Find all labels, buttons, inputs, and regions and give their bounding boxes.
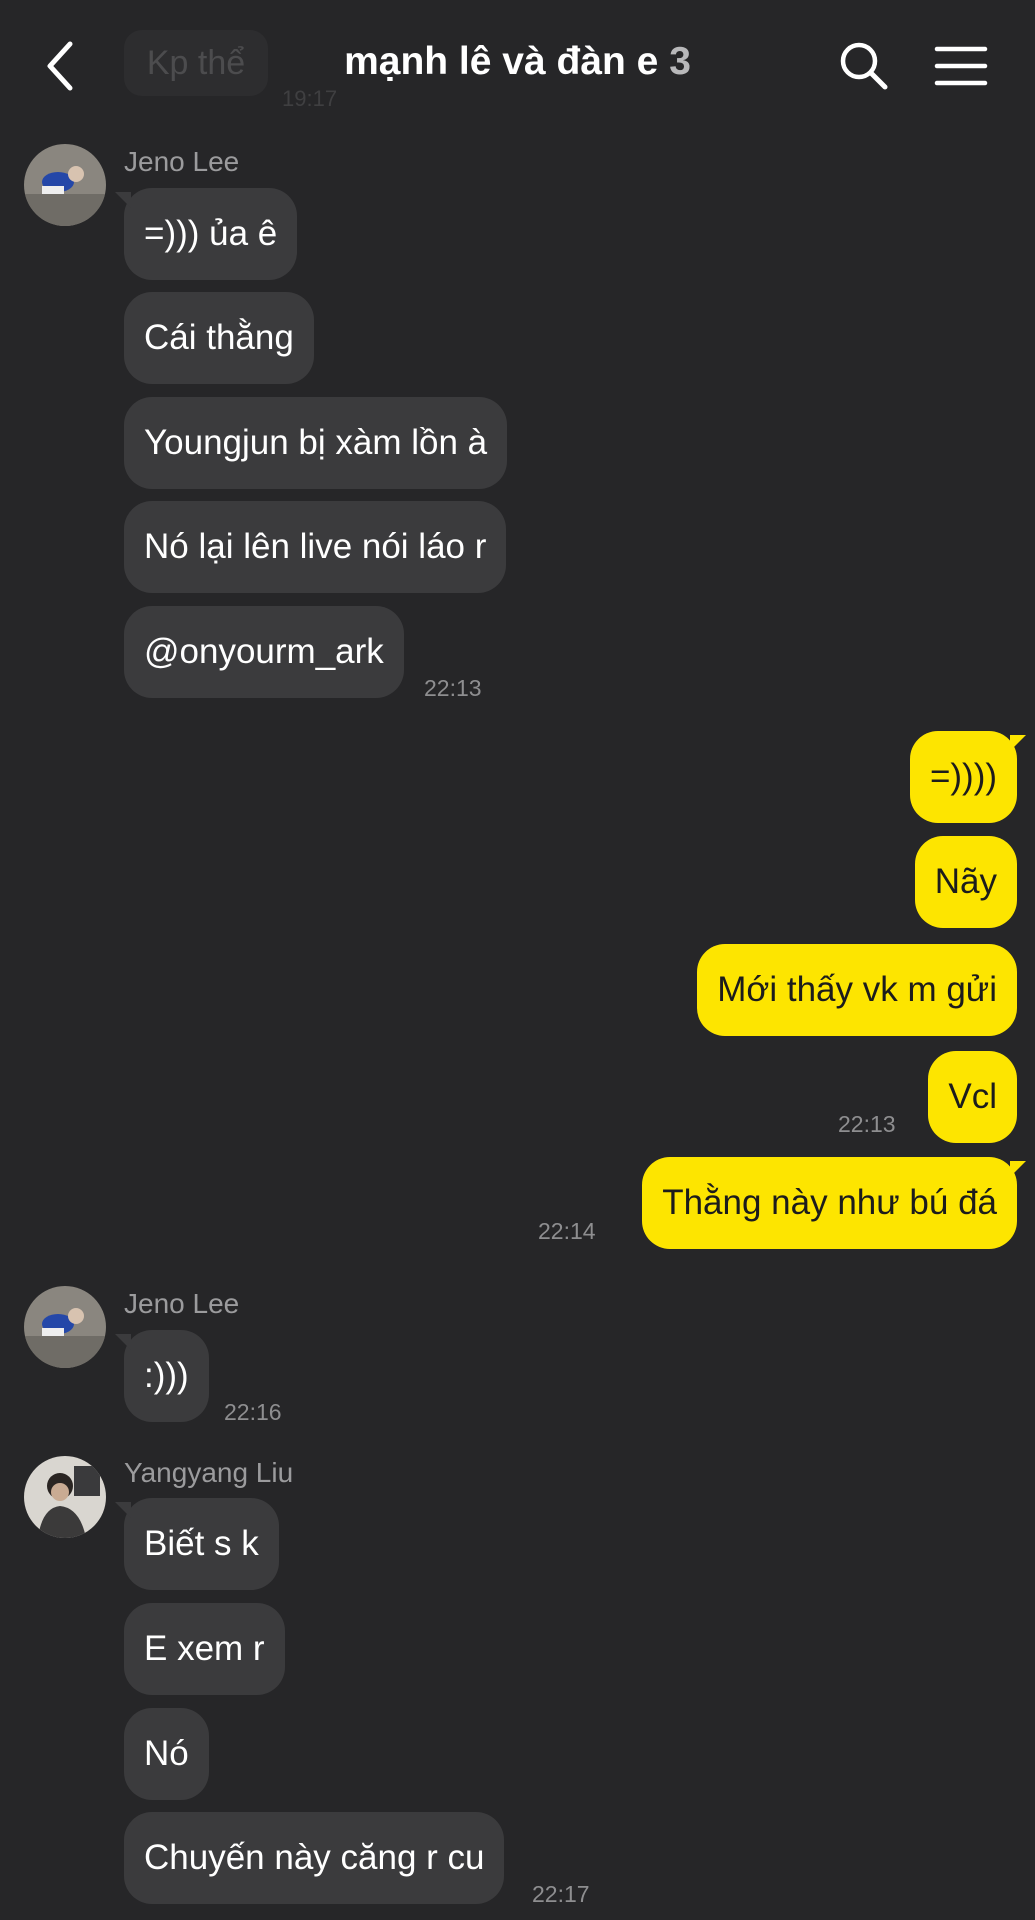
sender-name: Yangyang Liu: [124, 1457, 294, 1488]
hamburger-menu-icon: [934, 46, 988, 86]
avatar-jeno-lee[interactable]: [24, 1286, 106, 1368]
message-bubble[interactable]: Youngjun bị xàm lồn à: [124, 397, 508, 489]
my-message-bubble[interactable]: Vcl: [928, 1051, 1017, 1143]
message-bubble[interactable]: Nó: [124, 1708, 209, 1800]
my-message-bubble[interactable]: Thằng này như bú đá: [642, 1157, 1026, 1249]
message-bubble[interactable]: Nó lại lên live nói láo r: [124, 501, 507, 593]
message-time: 22:14: [538, 1218, 596, 1244]
chat-header: Kp thể 19:17 mạnh lê và đàn e 3: [0, 0, 1035, 120]
avatar-photo: [24, 1286, 106, 1368]
member-count: 3: [669, 40, 691, 83]
avatar-yangyang-liu[interactable]: [24, 1456, 106, 1538]
avatar-photo: [24, 1456, 106, 1538]
message-bubble[interactable]: =))) ủa ê: [114, 188, 298, 280]
avatar-photo: [24, 144, 106, 226]
message-time: 22:13: [424, 675, 482, 701]
message-bubble[interactable]: @onyourm_ark: [124, 606, 404, 698]
message-bubble[interactable]: Chuyến này căng r cu: [124, 1812, 505, 1904]
message-bubble[interactable]: :))): [115, 1330, 209, 1422]
message-bubble[interactable]: E xem r: [124, 1603, 285, 1695]
scrolled-message-time: 19:17: [282, 86, 338, 111]
message-bubble[interactable]: Biết s k: [115, 1498, 279, 1590]
sender-name: Jeno Lee: [124, 146, 240, 177]
chat-screen: Kp thể 19:17 mạnh lê và đàn e 3 Jeno Lee…: [0, 0, 1035, 1920]
sender-name: Jeno Lee: [124, 1288, 240, 1319]
my-message-bubble[interactable]: Nãy: [914, 836, 1017, 928]
message-time: 22:13: [838, 1111, 896, 1137]
message-time: 22:17: [532, 1881, 590, 1907]
search-icon: [840, 42, 888, 90]
my-message-bubble[interactable]: =)))): [909, 731, 1027, 823]
chat-title-text: mạnh lê và đàn e: [344, 40, 659, 83]
message-bubble[interactable]: Cái thằng: [124, 292, 314, 384]
message-time: 22:16: [224, 1399, 282, 1425]
avatar-jeno-lee[interactable]: [24, 144, 106, 226]
menu-button[interactable]: [934, 44, 988, 88]
search-button[interactable]: [838, 40, 890, 92]
my-message-bubble[interactable]: Mới thấy vk m gửi: [697, 944, 1017, 1036]
